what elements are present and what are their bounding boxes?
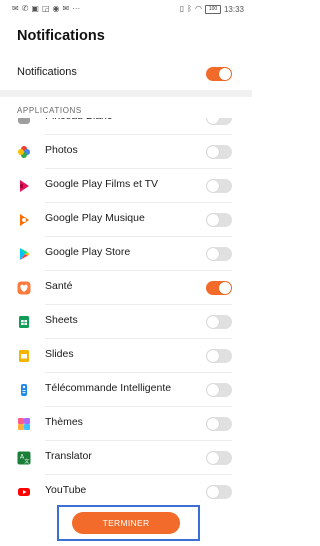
app-row-youtube[interactable]: YouTube — [0, 475, 252, 509]
whatsapp-icon: ◉ — [52, 4, 60, 13]
status-bar: ✉ ✆ ▣ ◲ ◉ ✉ ··· ▯ ᛒ ◠ 100 13:33 — [0, 0, 252, 18]
app-row-pinceau-blanc[interactable]: Pinceau Blanc — [0, 118, 252, 135]
cast-icon: ◲ — [41, 4, 50, 13]
master-notifications-toggle[interactable] — [206, 67, 232, 81]
notification-toggle-sheets[interactable] — [206, 315, 232, 329]
app-label: Télécommande Intelligente — [45, 382, 172, 394]
sheets-icon — [17, 315, 31, 329]
mail-icon: ✉ — [12, 4, 19, 13]
app-label: Google Play Store — [45, 246, 131, 258]
toggle-knob — [207, 452, 219, 464]
app-row-sante[interactable]: Santé — [0, 271, 252, 305]
app-row-photos[interactable]: Photos — [0, 135, 252, 169]
master-notifications-row[interactable]: Notifications — [0, 60, 252, 88]
remote-icon — [17, 383, 31, 397]
status-left-icons: ✉ ✆ ▣ ◲ ◉ ✉ ··· — [12, 5, 80, 13]
toggle-knob — [207, 316, 219, 328]
app-label: Google Play Musique — [45, 212, 145, 224]
notification-toggle-google-play-musique[interactable] — [206, 213, 232, 227]
toggle-knob — [219, 68, 231, 80]
wifi-icon: ◠ — [194, 4, 202, 13]
call-icon: ✆ — [21, 4, 29, 13]
vibrate-icon: ▯ — [179, 4, 185, 13]
notification-toggle-photos[interactable] — [206, 145, 232, 159]
toggle-knob — [207, 214, 219, 226]
app-label: Translator — [45, 450, 92, 462]
toggle-knob — [219, 282, 231, 294]
svg-text:文: 文 — [24, 458, 29, 465]
app-row-google-play-musique[interactable]: Google Play Musique — [0, 203, 252, 237]
health-icon — [17, 281, 31, 295]
app-row-sheets[interactable]: Sheets — [0, 305, 252, 339]
notification-toggle-telecommande-intelligente[interactable] — [206, 383, 232, 397]
notification-toggle-themes[interactable] — [206, 417, 232, 431]
section-separator — [0, 90, 252, 97]
youtube-icon — [17, 485, 31, 499]
page-title: Notifications — [17, 28, 105, 44]
themes-icon — [17, 417, 31, 431]
toggle-knob — [207, 418, 219, 430]
master-notifications-label: Notifications — [17, 66, 77, 78]
play-movies-icon — [17, 179, 31, 193]
terminer-button[interactable]: TERMINER — [72, 512, 180, 534]
toggle-knob — [207, 248, 219, 260]
toggle-knob — [207, 146, 219, 158]
app-list[interactable]: Pinceau Blanc Photos Google Play Films et … — [0, 118, 252, 510]
app-label: Santé — [45, 280, 73, 292]
more-icon: ··· — [72, 4, 81, 13]
notification-toggle-youtube[interactable] — [206, 485, 232, 499]
app-row-slides[interactable]: Slides — [0, 339, 252, 373]
app-label: Pinceau Blanc — [45, 118, 112, 122]
play-music-icon — [17, 213, 31, 227]
status-time: 13:33 — [223, 4, 244, 14]
notification-toggle-translator[interactable] — [206, 451, 232, 465]
app-label: Thèmes — [45, 416, 83, 428]
notification-toggle-google-play-films-et-tv[interactable] — [206, 179, 232, 193]
translator-icon: A文 — [17, 451, 31, 465]
image-icon: ▣ — [31, 4, 39, 13]
app-label: YouTube — [45, 484, 87, 496]
notification-toggle-sante[interactable] — [206, 281, 232, 295]
battery-indicator: 100 — [204, 4, 221, 14]
app-label: Photos — [45, 144, 78, 156]
play-store-icon — [17, 247, 31, 261]
app-label: Google Play Films et TV — [45, 178, 159, 190]
app-row-translator[interactable]: A 文 Translator — [0, 441, 252, 475]
app-row-google-play-store[interactable]: Google Play Store — [0, 237, 252, 271]
app-row-telecommande-intelligente[interactable]: Télécommande Intelligente — [0, 373, 252, 407]
photos-icon — [17, 145, 31, 159]
notification-toggle-google-play-store[interactable] — [206, 247, 232, 261]
toggle-knob — [207, 350, 219, 362]
app-row-themes[interactable]: Thèmes — [0, 407, 252, 441]
toggle-knob — [207, 180, 219, 192]
app-label: Slides — [45, 348, 74, 360]
toggle-knob — [207, 118, 219, 124]
notification-toggle-slides[interactable] — [206, 349, 232, 363]
bluetooth-icon: ᛒ — [187, 4, 192, 13]
slides-icon — [17, 349, 31, 363]
app-row-google-play-films-et-tv[interactable]: Google Play Films et TV — [0, 169, 252, 203]
section-header-applications: APPLICATIONS — [17, 106, 82, 115]
toggle-knob — [207, 486, 219, 498]
toggle-knob — [207, 384, 219, 396]
status-right-icons: ▯ ᛒ ◠ 100 13:33 — [179, 4, 244, 14]
mail-icon: ✉ — [62, 4, 70, 13]
app-icon — [17, 118, 31, 125]
app-label: Sheets — [45, 314, 78, 326]
notification-toggle-pinceau-blanc[interactable] — [206, 118, 232, 125]
